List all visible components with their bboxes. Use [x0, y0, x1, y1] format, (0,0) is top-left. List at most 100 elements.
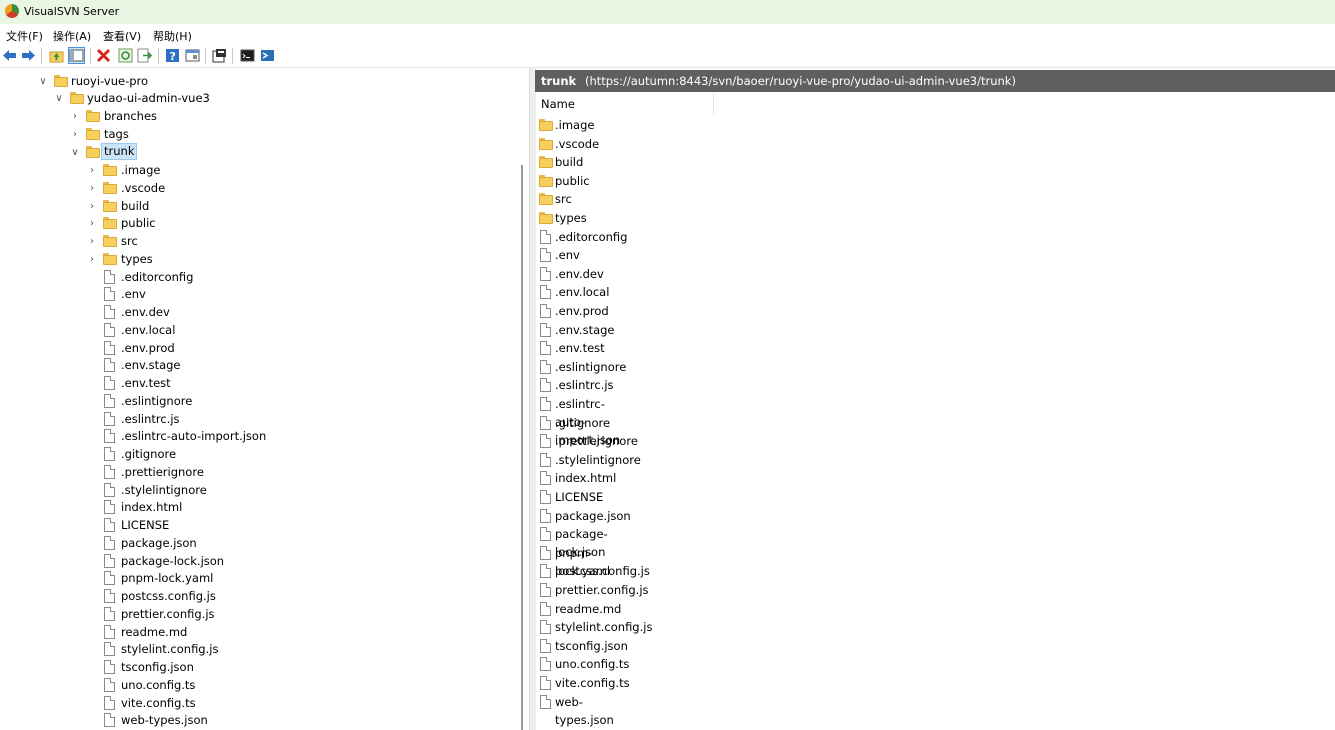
file-icon: [540, 378, 551, 393]
tree-item-label: .prettierignore: [121, 464, 204, 479]
file-icon: [540, 564, 551, 579]
tree-item-label: public: [121, 216, 156, 231]
folder-icon: [539, 156, 553, 169]
folder-icon: [70, 92, 84, 104]
chevron-right-icon[interactable]: ›: [87, 233, 97, 250]
file-icon: [104, 411, 115, 426]
toolbar-separator: [205, 48, 206, 64]
file-icon: [104, 589, 115, 603]
menu-bar: 文件(F) 操作(A) 查看(V) 帮助(H): [0, 24, 1335, 45]
properties-view-icon[interactable]: [185, 48, 200, 63]
file-icon: [540, 285, 551, 300]
file-icon: [104, 642, 115, 657]
chevron-right-icon[interactable]: ›: [87, 162, 97, 179]
chevron-down-icon[interactable]: ∨: [70, 144, 80, 161]
file-icon: [540, 694, 551, 709]
tree-item-label: .eslintignore: [121, 393, 193, 408]
tree-item-label: vite.config.ts: [121, 695, 196, 710]
file-icon: [540, 452, 551, 467]
forward-arrow-icon[interactable]: [21, 48, 36, 63]
toolbar: ?: [0, 45, 1335, 68]
list-item-label: .env.prod: [555, 304, 609, 318]
file-icon: [540, 266, 551, 281]
up-folder-icon[interactable]: [49, 48, 64, 63]
folder-icon: [103, 199, 117, 212]
tree-item-label: src: [121, 234, 138, 248]
tree-item-label: uno.config.ts: [121, 677, 196, 692]
file-icon: [104, 322, 115, 337]
current-node-name: trunk: [541, 74, 577, 88]
menu-view[interactable]: 查看(V): [103, 28, 141, 44]
chevron-right-icon[interactable]: ›: [87, 215, 97, 232]
list-item-label: .gitignore: [555, 415, 611, 430]
toolbar-separator: [158, 48, 159, 64]
repository-tree: ∨ ruoyi-vue-pro ∨ yudao-ui-admin-vue3 › …: [0, 68, 516, 730]
file-icon: [104, 376, 115, 390]
refresh-icon[interactable]: [118, 48, 133, 63]
folder-icon: [103, 217, 117, 230]
toolbar-separator: [232, 48, 233, 64]
list-item-label: .editorconfig: [555, 229, 628, 244]
list-item-label: package.json: [555, 508, 631, 523]
title-bar: VisualSVN Server: [0, 0, 1335, 24]
chevron-right-icon[interactable]: ›: [70, 126, 80, 143]
list-item-label: postcss.config.js: [555, 564, 650, 579]
tree-item-label: .editorconfig: [121, 269, 194, 284]
export-icon[interactable]: [137, 48, 152, 63]
list-item-label: vite.config.ts: [555, 676, 630, 690]
menu-file[interactable]: 文件(F): [6, 28, 43, 44]
file-icon: [540, 601, 551, 616]
menu-action[interactable]: 操作(A): [53, 28, 91, 44]
file-icon: [540, 415, 551, 430]
show-hide-tree-icon[interactable]: [68, 47, 85, 64]
chevron-right-icon[interactable]: ›: [87, 251, 97, 268]
folder-icon: [539, 119, 553, 131]
file-icon: [540, 545, 551, 560]
file-icon: [104, 713, 115, 728]
file-icon: [104, 358, 115, 373]
svg-text:?: ?: [170, 50, 176, 63]
file-icon: [104, 553, 115, 568]
help-icon[interactable]: ?: [165, 48, 180, 63]
chevron-right-icon[interactable]: ›: [70, 108, 80, 125]
tree-item-label: yudao-ui-admin-vue3: [87, 91, 210, 105]
file-icon: [104, 447, 115, 461]
back-arrow-icon[interactable]: [2, 48, 17, 63]
list-item-label: .stylelintignore: [555, 452, 641, 467]
tree-item-label: package-lock.json: [121, 553, 225, 568]
folder-icon: [539, 137, 553, 150]
list-item-label: build: [555, 155, 584, 170]
list-item-label: .prettierignore: [555, 434, 638, 449]
folder-icon: [103, 235, 117, 247]
tree-item-label: tags: [104, 127, 129, 141]
tree-item-label: .eslintrc-auto-import.json: [121, 429, 267, 444]
chevron-down-icon[interactable]: ∨: [54, 90, 64, 107]
tree-item-label-selected: trunk: [101, 143, 138, 160]
file-icon: [540, 527, 551, 542]
list-item-label: web-types.json: [555, 694, 614, 727]
list-item-label: LICENSE: [555, 490, 604, 504]
tree-item-label: ruoyi-vue-pro: [71, 74, 149, 88]
command-prompt-icon[interactable]: [240, 48, 255, 63]
file-icon: [104, 624, 115, 639]
tree-item-label: build: [121, 198, 150, 213]
file-icon: [104, 393, 115, 408]
chevron-right-icon[interactable]: ›: [87, 198, 97, 215]
menu-help[interactable]: 帮助(H): [153, 28, 192, 44]
file-icon: [540, 341, 551, 356]
file-icon: [104, 606, 115, 621]
tree-scrollbar[interactable]: [521, 165, 523, 730]
file-icon: [104, 535, 115, 550]
list-item-label: .env.test: [555, 341, 605, 356]
file-icon: [104, 429, 115, 444]
list-item-label: .eslintignore: [555, 359, 627, 374]
chevron-right-icon[interactable]: ›: [87, 180, 97, 197]
properties-icon[interactable]: [212, 48, 227, 63]
folder-icon: [103, 164, 117, 176]
file-icon: [104, 660, 115, 674]
column-header-name[interactable]: Name: [535, 94, 714, 114]
file-icon: [540, 471, 551, 486]
powershell-icon[interactable]: [260, 48, 275, 63]
delete-icon[interactable]: [96, 48, 111, 63]
chevron-down-icon[interactable]: ∨: [38, 73, 48, 90]
